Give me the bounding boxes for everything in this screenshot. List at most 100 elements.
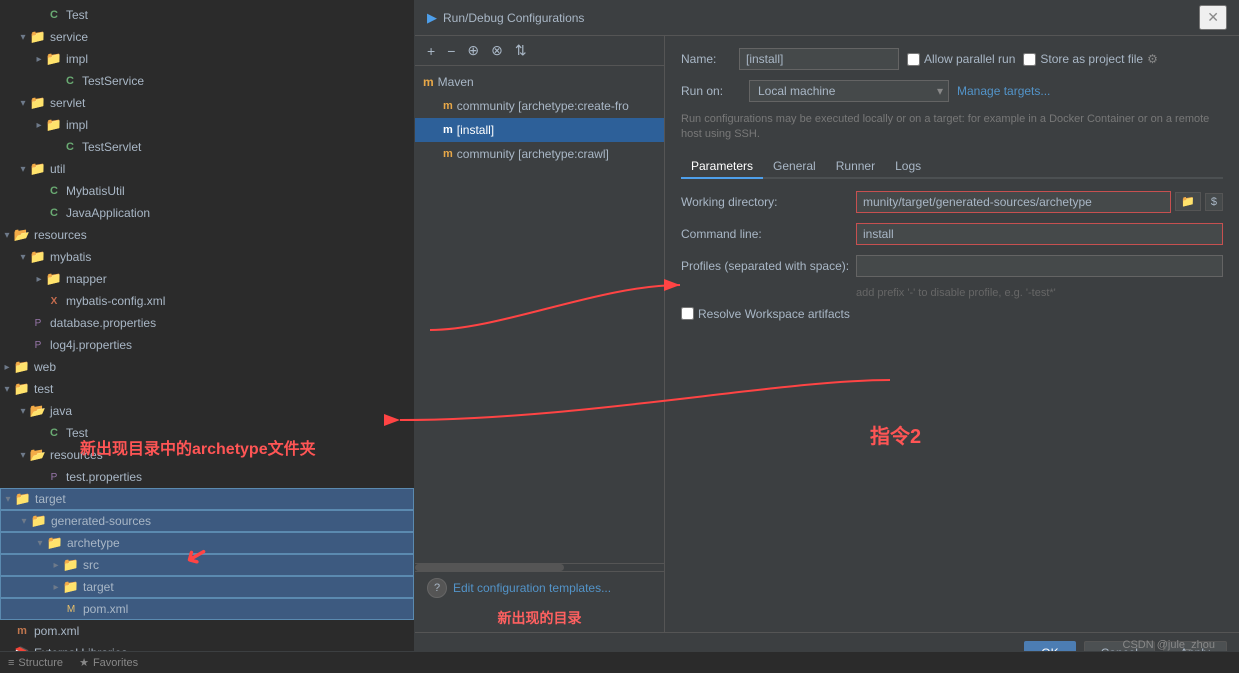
scrollbar-thumb: [415, 564, 564, 571]
tree-item-mybatis[interactable]: ▾ 📁 mybatis: [0, 246, 414, 268]
tree-item-target[interactable]: ▾ 📁 target: [0, 488, 414, 510]
tree-item-test[interactable]: C Test: [0, 4, 414, 26]
working-dir-browse-btn[interactable]: 📁: [1175, 192, 1201, 211]
config-item-archetype-create[interactable]: m community [archetype:create-fro: [415, 94, 664, 118]
tree-label: service: [50, 30, 88, 44]
working-dir-var-btn[interactable]: $: [1205, 193, 1223, 211]
close-button[interactable]: ✕: [1199, 5, 1227, 30]
tree-label: archetype: [67, 536, 120, 550]
tree-item-test-props[interactable]: P test.properties: [0, 466, 414, 488]
working-dir-label: Working directory:: [681, 195, 856, 209]
folder-icon: 📁: [14, 359, 30, 375]
tree-item-mybatisutil[interactable]: C MybatisUtil: [0, 180, 414, 202]
tab-general[interactable]: General: [763, 155, 826, 179]
maven-icon: m: [14, 623, 30, 639]
config-detail-panel: Name: Allow parallel run Store as projec…: [665, 36, 1239, 632]
tree-item-archetype[interactable]: ▾ 📁 archetype: [0, 532, 414, 554]
tree-arrow: ▾: [16, 252, 30, 263]
tree-label: util: [50, 162, 65, 176]
tree-label: src: [83, 558, 99, 572]
pom-icon: M: [63, 601, 79, 617]
tree-label: mybatis: [50, 250, 91, 264]
run-debug-dialog: ▶ Run/Debug Configurations ✕ + − ⊕ ⊗ ⇅ m: [415, 0, 1239, 673]
tree-item-java-test[interactable]: ▾ 📂 java: [0, 400, 414, 422]
tree-item-database-props[interactable]: P database.properties: [0, 312, 414, 334]
tree-item-service[interactable]: ▾ 📁 service: [0, 26, 414, 48]
tree-label: resources: [50, 448, 103, 462]
name-input[interactable]: [739, 48, 899, 70]
run-on-dropdown[interactable]: Local machine: [749, 80, 949, 102]
java-icon: C: [46, 205, 62, 221]
run-on-row: Run on: Local machine Manage targets...: [681, 80, 1223, 102]
tree-item-generated-sources[interactable]: ▾ 📁 generated-sources: [0, 510, 414, 532]
manage-targets-link[interactable]: Manage targets...: [957, 84, 1050, 98]
tree-item-log4j-props[interactable]: P log4j.properties: [0, 334, 414, 356]
tree-item-resources[interactable]: ▾ 📂 resources: [0, 224, 414, 246]
config-tree: m Maven m community [archetype:create-fr…: [415, 66, 664, 563]
sort-config-button[interactable]: ⇅: [511, 40, 531, 61]
config-list-panel: + − ⊕ ⊗ ⇅ m Maven m community [archetype…: [415, 36, 665, 632]
name-row: Name: Allow parallel run Store as projec…: [681, 48, 1223, 70]
tab-logs[interactable]: Logs: [885, 155, 931, 179]
help-button[interactable]: ?: [427, 578, 447, 598]
tree-label: mybatis-config.xml: [66, 294, 165, 308]
resolve-row: Resolve Workspace artifacts: [681, 307, 1223, 321]
resolve-checkbox[interactable]: [681, 307, 694, 320]
tree-item-test-folder[interactable]: ▾ 📁 test: [0, 378, 414, 400]
profiles-label: Profiles (separated with space):: [681, 259, 856, 273]
dialog-body: + − ⊕ ⊗ ⇅ m Maven m community [archetype…: [415, 36, 1239, 632]
folder-icon: 📁: [46, 51, 62, 67]
config-item-archetype-crawl[interactable]: m community [archetype:crawl]: [415, 142, 664, 166]
tree-item-target-dir[interactable]: ▸ 📁 target: [0, 576, 414, 598]
tree-label: java: [50, 404, 72, 418]
tree-item-util[interactable]: ▾ 📁 util: [0, 158, 414, 180]
config-list-scrollbar[interactable]: [415, 563, 664, 571]
favorites-tab[interactable]: ★ Favorites: [79, 656, 138, 669]
maven-item-icon: m: [443, 124, 453, 136]
tree-arrow: ▾: [16, 164, 30, 175]
tree-label: MybatisUtil: [66, 184, 125, 198]
structure-tab[interactable]: ≡ Structure: [8, 657, 63, 669]
tree-item-servlet[interactable]: ▾ 📁 servlet: [0, 92, 414, 114]
test-folder-icon: 📂: [30, 403, 46, 419]
profiles-input[interactable]: [856, 255, 1223, 277]
edit-config-link-wrap: ? Edit configuration templates...: [415, 571, 664, 604]
tree-item-mybatis-config[interactable]: X mybatis-config.xml: [0, 290, 414, 312]
store-project-checkbox[interactable]: [1023, 53, 1036, 66]
folder-icon: 📁: [47, 535, 63, 551]
tree-item-testservlet[interactable]: C TestServlet: [0, 136, 414, 158]
tree-item-mapper[interactable]: ▸ 📁 mapper: [0, 268, 414, 290]
tree-item-pom[interactable]: m pom.xml: [0, 620, 414, 642]
tree-item-resources-test[interactable]: ▾ 📂 resources: [0, 444, 414, 466]
tree-item-test-class[interactable]: C Test: [0, 422, 414, 444]
tab-parameters[interactable]: Parameters: [681, 155, 763, 179]
tree-item-pom-archetype[interactable]: M pom.xml: [0, 598, 414, 620]
tab-runner[interactable]: Runner: [826, 155, 885, 179]
tree-item-web[interactable]: ▸ 📁 web: [0, 356, 414, 378]
remove-config-button[interactable]: −: [443, 41, 459, 61]
copy-config-button[interactable]: ⊕: [463, 40, 483, 61]
tree-arrow: ▾: [16, 450, 30, 461]
config-item-label: community [archetype:crawl]: [457, 147, 609, 161]
run-on-dropdown-wrap: Local machine: [749, 80, 949, 102]
tree-label: generated-sources: [51, 514, 151, 528]
edit-config-link[interactable]: Edit configuration templates...: [453, 581, 611, 595]
tree-label: TestServlet: [82, 140, 141, 154]
tree-item-testservice[interactable]: C TestService: [0, 70, 414, 92]
template-config-button[interactable]: ⊗: [487, 40, 507, 61]
tree-item-src[interactable]: ▸ 📁 src: [0, 554, 414, 576]
config-section-maven[interactable]: m Maven: [415, 70, 664, 94]
tree-item-impl-service[interactable]: ▸ 📁 impl: [0, 48, 414, 70]
config-item-install[interactable]: m [install]: [415, 118, 664, 142]
allow-parallel-checkbox[interactable]: [907, 53, 920, 66]
xml-icon: X: [46, 293, 62, 309]
tree-item-impl-servlet[interactable]: ▸ 📁 impl: [0, 114, 414, 136]
tree-item-javaapp[interactable]: C JavaApplication: [0, 202, 414, 224]
tree-arrow: ▾: [16, 406, 30, 417]
add-config-button[interactable]: +: [423, 41, 439, 61]
command-line-input[interactable]: [856, 223, 1223, 245]
tree-label: servlet: [50, 96, 85, 110]
resource-folder-icon: 📂: [14, 227, 30, 243]
command-line-input-wrap: [856, 223, 1223, 245]
working-dir-input[interactable]: [856, 191, 1171, 213]
